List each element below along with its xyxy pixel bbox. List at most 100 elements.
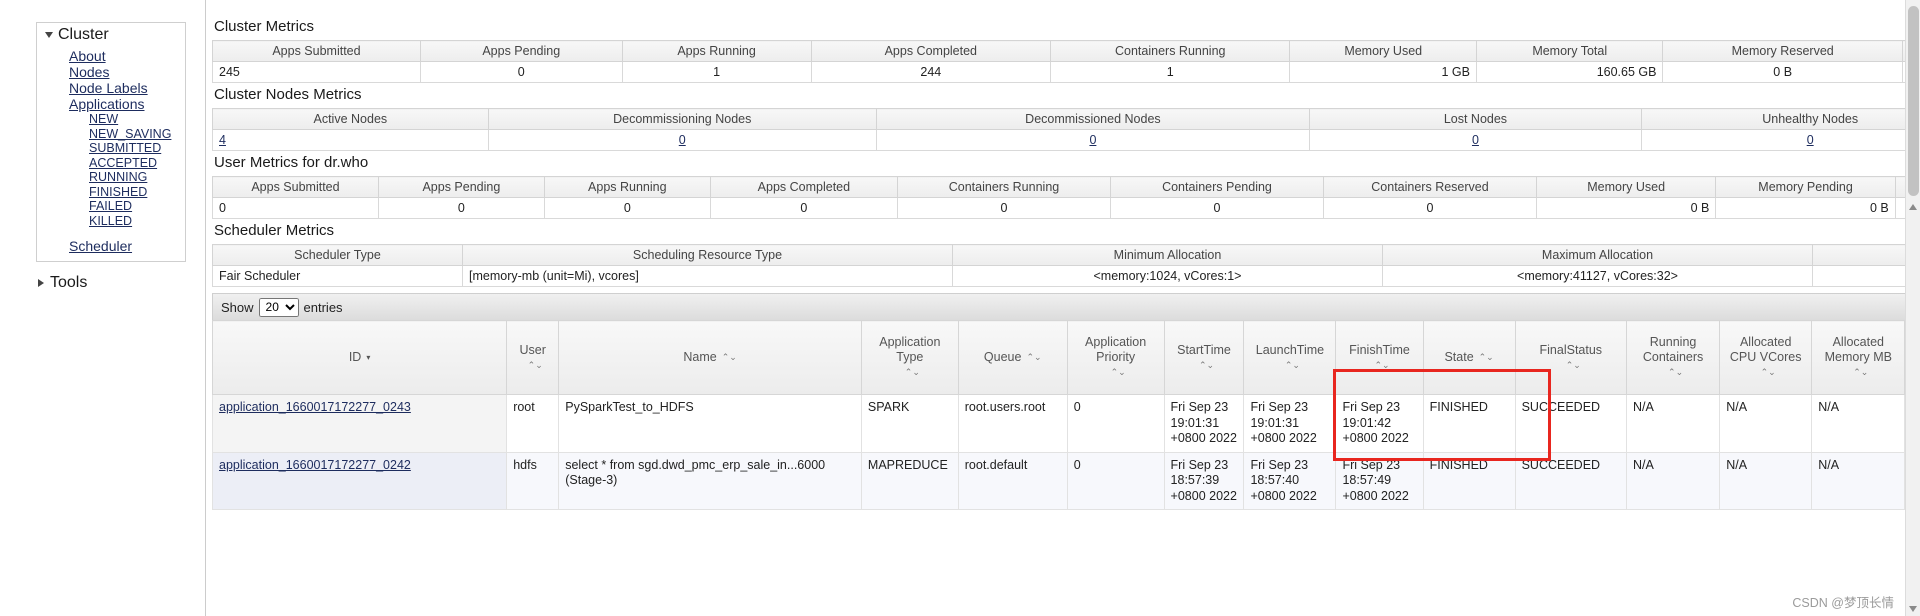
col-app-state-label: State <box>1444 350 1474 364</box>
page-size-select[interactable]: 20 <box>258 297 299 317</box>
sidebar-item-submitted[interactable]: SUBMITTED <box>37 141 185 156</box>
val-user-apps-running: 0 <box>543 197 711 219</box>
sidebar-item-killed[interactable]: KILLED <box>37 214 185 229</box>
sidebar-item-scheduler[interactable]: Scheduler <box>37 238 185 254</box>
col-app-queue[interactable]: Queue ⌃⌄ <box>957 320 1068 395</box>
col-app-finishtime[interactable]: FinishTime ⌃⌄ <box>1335 320 1424 395</box>
nodes-metrics-value-row: 4 0 0 0 0 0 <box>212 129 1920 151</box>
scrollbar-thumb[interactable] <box>1908 6 1919 196</box>
sidebar-item-finished[interactable]: FINISHED <box>37 185 185 200</box>
col-minimum-allocation[interactable]: Minimum Allocation <box>952 244 1383 266</box>
val-decommissioning-nodes: 0 <box>487 129 877 151</box>
col-decommissioned-nodes[interactable]: Decommissioned Nodes <box>875 108 1311 130</box>
col-containers-running[interactable]: Containers Running <box>1050 40 1291 62</box>
col-decommissioning-nodes[interactable]: Decommissioning Nodes <box>487 108 877 130</box>
col-maximum-allocation[interactable]: Maximum Allocation <box>1382 244 1813 266</box>
sidebar-cluster-header[interactable]: Cluster <box>37 23 185 48</box>
cell-app-alloc-cpu: N/A <box>1719 451 1813 510</box>
cluster-metrics-title: Cluster Metrics <box>214 18 315 35</box>
sort-both-icon: ⌃⌄ <box>1374 359 1390 370</box>
col-user-apps-submitted[interactable]: Apps Submitted <box>212 176 379 198</box>
cell-app-running-containers: N/A <box>1625 451 1721 510</box>
cluster-nodes-metrics-title: Cluster Nodes Metrics <box>214 86 362 103</box>
watermark-text: CSDN @梦顶长情 <box>1792 596 1894 610</box>
col-user-containers-reserved[interactable]: Containers Reserved <box>1322 176 1537 198</box>
sort-both-icon: ⌃⌄ <box>1110 367 1126 378</box>
sidebar-item-accepted[interactable]: ACCEPTED <box>37 156 185 171</box>
col-user-apps-running[interactable]: Apps Running <box>543 176 711 198</box>
col-scheduler-extra[interactable] <box>1812 244 1920 266</box>
user-metrics-value-row: 0 0 0 0 0 0 0 0 B 0 B 0 B <box>212 197 1920 219</box>
sort-desc-icon: ▾ <box>366 353 371 363</box>
sidebar-item-failed[interactable]: FAILED <box>37 199 185 214</box>
col-scheduler-type[interactable]: Scheduler Type <box>212 244 463 266</box>
col-user-memory-pending[interactable]: Memory Pending <box>1715 176 1896 198</box>
app-id-link[interactable]: application_1660017172277_0243 <box>219 400 411 414</box>
col-lost-nodes[interactable]: Lost Nodes <box>1309 108 1642 130</box>
decommissioned-nodes-link[interactable]: 0 <box>1089 133 1096 147</box>
col-app-starttime[interactable]: StartTime ⌃⌄ <box>1163 320 1245 395</box>
val-containers-running: 1 <box>1050 61 1291 83</box>
sidebar-item-new[interactable]: NEW <box>37 112 185 127</box>
col-app-alloc-mem[interactable]: Allocated Memory MB ⌃⌄ <box>1811 320 1906 395</box>
sidebar-cluster-block: Cluster About Nodes Node Labels Applicat… <box>36 22 186 262</box>
val-lost-nodes: 0 <box>1309 129 1642 151</box>
col-app-type[interactable]: Application Type ⌃⌄ <box>860 320 959 395</box>
active-nodes-link[interactable]: 4 <box>219 133 226 147</box>
col-app-starttime-label: StartTime <box>1177 342 1231 357</box>
col-app-name[interactable]: Name ⌃⌄ <box>558 320 862 395</box>
col-app-finalstatus[interactable]: FinalStatus ⌃⌄ <box>1514 320 1627 395</box>
chevron-down-icon <box>45 32 53 38</box>
col-unhealthy-nodes[interactable]: Unhealthy Nodes <box>1640 108 1920 130</box>
col-user-containers-running[interactable]: Containers Running <box>896 176 1111 198</box>
col-app-id[interactable]: ID ▾ <box>211 320 508 395</box>
scheduler-metrics-value-row: Fair Scheduler [memory-mb (unit=Mi), vco… <box>212 265 1920 287</box>
sidebar-item-nodes[interactable]: Nodes <box>37 64 185 80</box>
col-app-launchtime[interactable]: LaunchTime ⌃⌄ <box>1243 320 1337 395</box>
sidebar-item-node-labels[interactable]: Node Labels <box>37 80 185 96</box>
page-scrollbar[interactable] <box>1905 0 1920 616</box>
col-apps-running[interactable]: Apps Running <box>621 40 812 62</box>
cell-app-alloc-cpu: N/A <box>1719 394 1813 453</box>
sidebar-item-applications[interactable]: Applications <box>37 96 185 112</box>
lost-nodes-link[interactable]: 0 <box>1472 133 1479 147</box>
cell-app-alloc-mem: N/A <box>1811 394 1906 453</box>
col-scheduling-resource-type[interactable]: Scheduling Resource Type <box>462 244 953 266</box>
scroll-up-arrow-icon[interactable] <box>1909 204 1917 210</box>
col-user-containers-pending[interactable]: Containers Pending <box>1109 176 1324 198</box>
cell-app-alloc-mem: N/A <box>1811 451 1906 510</box>
col-app-alloc-cpu[interactable]: Allocated CPU VCores ⌃⌄ <box>1719 320 1813 395</box>
table-row[interactable]: application_1660017172277_0243 root PySp… <box>211 394 1920 453</box>
col-app-user[interactable]: User ⌃⌄ <box>506 320 560 395</box>
col-memory-total[interactable]: Memory Total <box>1475 40 1664 62</box>
decommissioning-nodes-link[interactable]: 0 <box>679 133 686 147</box>
col-app-priority[interactable]: Application Priority ⌃⌄ <box>1066 320 1165 395</box>
col-app-state[interactable]: State ⌃⌄ <box>1422 320 1516 395</box>
col-user-apps-completed[interactable]: Apps Completed <box>709 176 898 198</box>
sidebar-item-running[interactable]: RUNNING <box>37 170 185 185</box>
cell-app-priority: 0 <box>1066 451 1165 510</box>
chevron-right-icon <box>38 279 44 287</box>
col-active-nodes[interactable]: Active Nodes <box>212 108 489 130</box>
scroll-down-arrow-icon[interactable] <box>1909 606 1917 612</box>
col-apps-submitted[interactable]: Apps Submitted <box>212 40 421 62</box>
cell-app-starttime: Fri Sep 23 18:57:39 +0800 2022 <box>1163 451 1245 510</box>
col-memory-used[interactable]: Memory Used <box>1289 40 1477 62</box>
val-scheduler-type: Fair Scheduler <box>212 265 463 287</box>
col-apps-pending[interactable]: Apps Pending <box>419 40 623 62</box>
col-user-memory-used[interactable]: Memory Used <box>1535 176 1717 198</box>
sidebar-item-new-saving[interactable]: NEW_SAVING <box>37 127 185 142</box>
col-memory-reserved[interactable]: Memory Reserved <box>1662 40 1903 62</box>
sidebar-tools-header[interactable]: Tools <box>36 274 186 292</box>
sidebar-item-about[interactable]: About <box>37 48 185 64</box>
val-memory-reserved: 0 B <box>1662 61 1903 83</box>
table-row[interactable]: application_1660017172277_0242 hdfs sele… <box>211 451 1920 510</box>
app-id-link[interactable]: application_1660017172277_0242 <box>219 458 411 472</box>
col-apps-completed[interactable]: Apps Completed <box>810 40 1052 62</box>
unhealthy-nodes-link[interactable]: 0 <box>1807 133 1814 147</box>
val-memory-total: 160.65 GB <box>1475 61 1664 83</box>
col-user-apps-pending[interactable]: Apps Pending <box>377 176 545 198</box>
col-app-running-containers[interactable]: Running Containers ⌃⌄ <box>1625 320 1721 395</box>
sort-both-icon: ⌃⌄ <box>527 359 543 370</box>
